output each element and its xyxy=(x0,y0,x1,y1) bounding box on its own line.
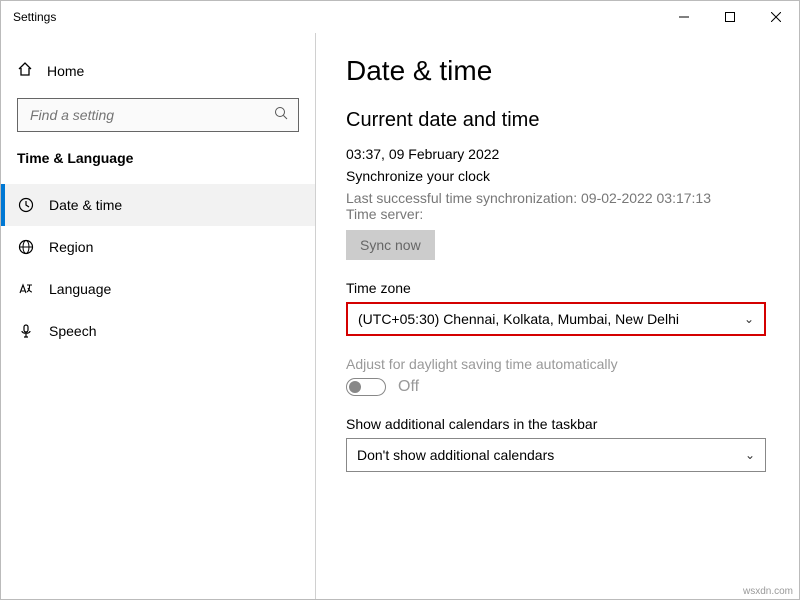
sync-now-button[interactable]: Sync now xyxy=(346,230,435,260)
sidebar-item-label: Date & time xyxy=(49,197,122,213)
sync-server: Time server: xyxy=(346,206,769,222)
watermark: wsxdn.com xyxy=(743,586,793,597)
sidebar-item-label: Language xyxy=(49,281,111,297)
minimize-button[interactable] xyxy=(661,1,707,33)
chevron-down-icon: ⌄ xyxy=(745,448,755,462)
home-label: Home xyxy=(47,63,84,79)
sidebar: Home Time & Language Date & time Region … xyxy=(1,33,316,599)
sidebar-item-speech[interactable]: Speech xyxy=(1,310,315,352)
chevron-down-icon: ⌄ xyxy=(744,312,754,326)
additional-calendars-value: Don't show additional calendars xyxy=(357,447,554,463)
section-title: Time & Language xyxy=(1,150,315,184)
sidebar-item-language[interactable]: Language xyxy=(1,268,315,310)
search-icon xyxy=(274,106,288,125)
globe-icon xyxy=(17,238,35,256)
language-icon xyxy=(17,280,35,298)
dst-state: Off xyxy=(398,378,419,396)
sidebar-item-region[interactable]: Region xyxy=(1,226,315,268)
sync-title: Synchronize your clock xyxy=(346,168,769,184)
page-title: Date & time xyxy=(346,55,769,87)
current-datetime-value: 03:37, 09 February 2022 xyxy=(346,146,769,162)
section-current-datetime: Current date and time xyxy=(346,109,769,132)
sidebar-item-date-time[interactable]: Date & time xyxy=(1,184,315,226)
settings-window: Settings Home Time & Language Date & tim… xyxy=(0,0,800,600)
timezone-dropdown[interactable]: (UTC+05:30) Chennai, Kolkata, Mumbai, Ne… xyxy=(346,302,766,336)
search-box[interactable] xyxy=(17,98,299,132)
sidebar-item-label: Region xyxy=(49,239,93,255)
timezone-value: (UTC+05:30) Chennai, Kolkata, Mumbai, Ne… xyxy=(358,311,679,327)
dst-toggle xyxy=(346,378,386,396)
close-button[interactable] xyxy=(753,1,799,33)
sync-last: Last successful time synchronization: 09… xyxy=(346,190,769,206)
microphone-icon xyxy=(17,322,35,340)
maximize-button[interactable] xyxy=(707,1,753,33)
clock-icon xyxy=(17,196,35,214)
timezone-label: Time zone xyxy=(346,280,769,296)
titlebar: Settings xyxy=(1,1,799,33)
home-icon xyxy=(17,61,33,80)
home-link[interactable]: Home xyxy=(1,53,315,88)
additional-calendars-dropdown[interactable]: Don't show additional calendars ⌄ xyxy=(346,438,766,472)
dst-label: Adjust for daylight saving time automati… xyxy=(346,356,769,372)
window-title: Settings xyxy=(13,10,661,24)
search-input[interactable] xyxy=(28,106,274,124)
sidebar-item-label: Speech xyxy=(49,323,96,339)
main-content: Date & time Current date and time 03:37,… xyxy=(316,33,799,599)
additional-calendars-label: Show additional calendars in the taskbar xyxy=(346,416,769,432)
